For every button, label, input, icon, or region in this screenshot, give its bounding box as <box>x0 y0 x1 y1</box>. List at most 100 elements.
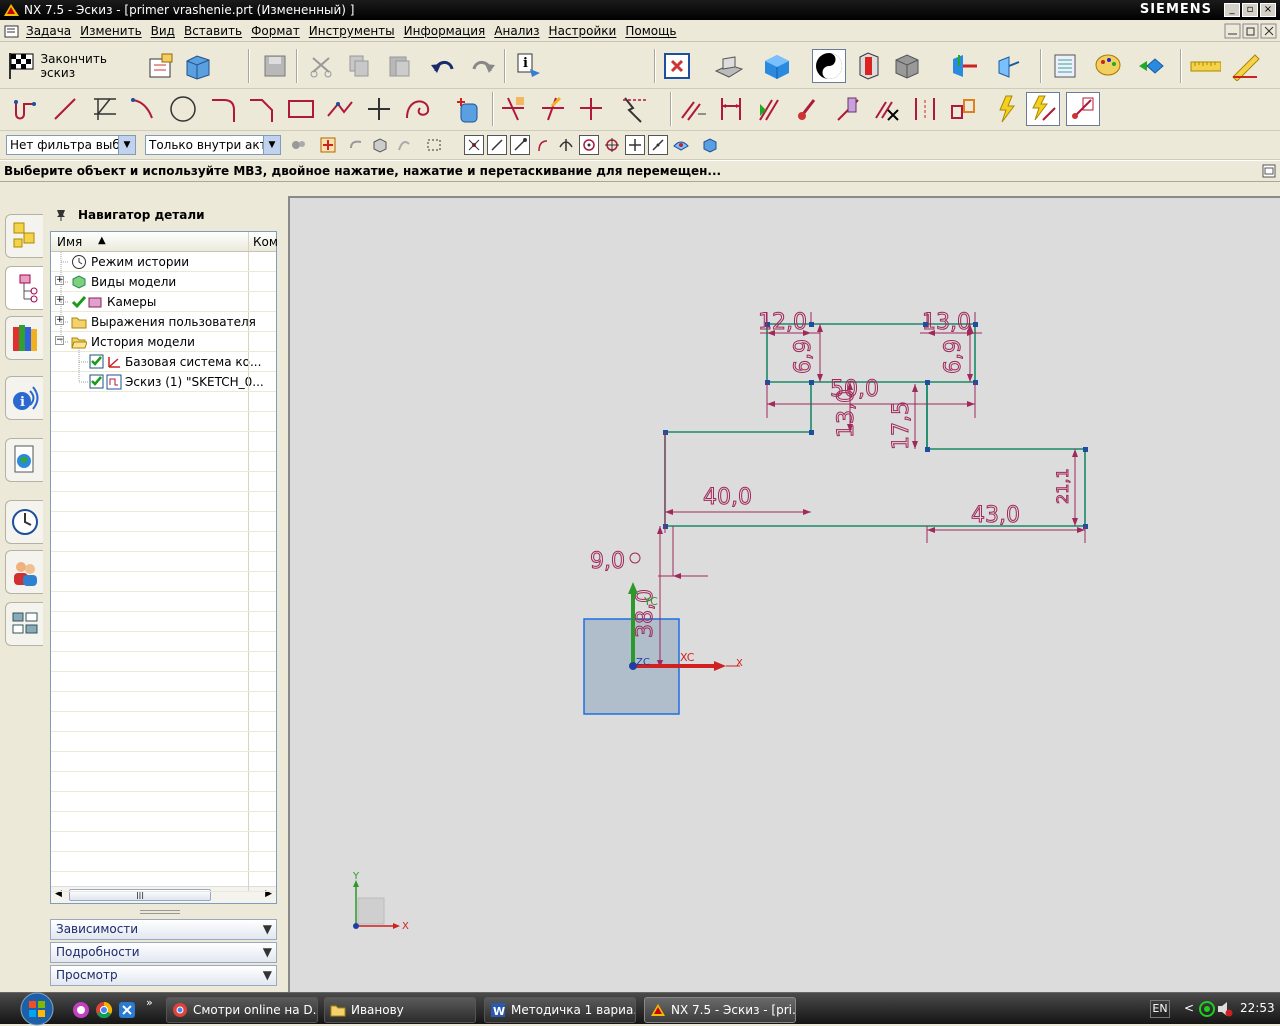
assembly-navigator-tab[interactable] <box>5 214 43 258</box>
snap-existing-point-button[interactable] <box>625 135 645 155</box>
hide-constraints-button[interactable] <box>870 92 904 126</box>
task-folder[interactable]: Иванову <box>324 997 476 1023</box>
snap-control-point-button[interactable] <box>510 135 530 155</box>
create-inferred-constraints-button[interactable] <box>1026 92 1060 126</box>
dim-9[interactable]: 9,0 <box>590 549 626 575</box>
redo-button[interactable] <box>466 49 500 83</box>
convert-reference-button[interactable] <box>908 92 942 126</box>
panel-dependencies[interactable]: Зависимости ▼ <box>50 919 277 940</box>
column-comment-header[interactable]: Ком <box>253 235 278 249</box>
snap-endpoint-button[interactable] <box>464 135 484 155</box>
wcs-orient-button[interactable] <box>990 49 1024 83</box>
web-browser-tab[interactable] <box>5 438 43 482</box>
alternate-solution-button[interactable] <box>946 92 980 126</box>
menu-information[interactable]: Информация <box>404 24 486 38</box>
layer-settings-button[interactable] <box>890 49 924 83</box>
circle-button[interactable] <box>166 92 200 126</box>
column-name-header[interactable]: Имя <box>57 235 82 249</box>
sketch-canvas[interactable]: 12,0 13,0 6,9 6,9 50,0 13,0 17,5 40,0 43… <box>290 198 1280 992</box>
part-navigator-tab[interactable] <box>5 266 43 310</box>
reuse-library-tab[interactable] <box>5 316 43 360</box>
system-materials-tab[interactable] <box>5 602 43 646</box>
measure-distance-button[interactable] <box>1188 49 1222 83</box>
panel-preview[interactable]: Просмотр ▼ <box>50 965 277 986</box>
prompt-restore-icon[interactable] <box>1262 164 1276 178</box>
make-corner-button[interactable] <box>574 92 608 126</box>
tray-network-icon[interactable] <box>1198 1000 1216 1018</box>
dim-17-5[interactable]: 17,5 <box>889 401 915 451</box>
doc-window-controls-icon[interactable] <box>1224 23 1278 39</box>
quick-extend-button[interactable] <box>536 92 570 126</box>
snap-point-on-surface-button[interactable] <box>671 135 691 155</box>
line-button[interactable] <box>48 92 82 126</box>
offset-curve-button[interactable] <box>618 92 652 126</box>
panel-details[interactable]: Подробности ▼ <box>50 942 277 963</box>
snap-midpoint-button[interactable] <box>487 135 507 155</box>
quicklaunch-more-icon[interactable]: » <box>146 996 153 1009</box>
constraints-button[interactable] <box>676 92 710 126</box>
dim-6-9-right[interactable]: 6,9 <box>941 339 967 375</box>
menu-help[interactable]: Помощь <box>625 24 676 38</box>
dim-13[interactable]: 13,0 <box>922 310 972 336</box>
save-button[interactable] <box>258 49 292 83</box>
snap-arc-center-button[interactable] <box>533 135 553 155</box>
add-existing-curves-button[interactable] <box>452 92 486 126</box>
menu-insert[interactable]: Вставить <box>184 24 242 38</box>
snap-bounded-grid-button[interactable] <box>700 135 720 155</box>
measure-angle-button[interactable] <box>1228 49 1262 83</box>
clock[interactable]: 22:53 <box>1240 1001 1275 1015</box>
rendering-style-button[interactable] <box>712 49 746 83</box>
copy-button[interactable] <box>342 49 376 83</box>
task-chrome[interactable]: Смотри online на D... <box>166 997 318 1023</box>
dim-43[interactable]: 43,0 <box>971 503 1021 529</box>
internet-explorer-tab[interactable]: i <box>5 376 43 420</box>
quicklaunch-x-icon[interactable] <box>118 1001 136 1019</box>
profile-button[interactable] <box>8 92 42 126</box>
app-menu-icon[interactable] <box>4 23 20 39</box>
menu-analysis[interactable]: Анализ <box>494 24 539 38</box>
point-button[interactable] <box>362 92 396 126</box>
rectangle-button[interactable] <box>284 92 318 126</box>
quicklaunch-app-icon[interactable] <box>72 1001 90 1019</box>
shaded-view-button[interactable] <box>760 49 794 83</box>
information-button[interactable]: i <box>512 49 546 83</box>
dim-40[interactable]: 40,0 <box>703 485 753 511</box>
start-button-icon[interactable] <box>16 992 58 1026</box>
menu-tools[interactable]: Инструменты <box>309 24 395 38</box>
undo-selection-button[interactable] <box>346 135 366 155</box>
hide-show-button[interactable] <box>852 49 886 83</box>
fillet-button[interactable] <box>206 92 240 126</box>
menu-format[interactable]: Формат <box>251 24 300 38</box>
menu-view[interactable]: Вид <box>151 24 175 38</box>
snap-point-on-curve-button[interactable] <box>648 135 668 155</box>
geometric-constraints-button[interactable] <box>754 92 788 126</box>
minimize-button[interactable]: _ <box>1224 3 1240 17</box>
snap-center-button[interactable] <box>579 135 599 155</box>
roles-tab[interactable] <box>5 550 43 594</box>
quick-trim-button[interactable] <box>496 92 530 126</box>
cut-button[interactable] <box>304 49 338 83</box>
show-all-constraints-button[interactable] <box>792 92 826 126</box>
type-filter-dropdown[interactable]: Нет фильтра выбор ▼ <box>6 135 136 155</box>
snap-intersection-button[interactable] <box>556 135 576 155</box>
chamfer-button[interactable] <box>244 92 278 126</box>
splitter-grip[interactable] <box>140 910 180 914</box>
sketch-name-button[interactable] <box>144 49 178 83</box>
dim-21-1[interactable]: 21,1 <box>1053 468 1073 505</box>
undo-button[interactable] <box>426 49 460 83</box>
polygon-button[interactable] <box>322 92 356 126</box>
studio-spline-button[interactable] <box>400 92 434 126</box>
maximize-button[interactable]: ▫ <box>1242 3 1258 17</box>
tray-speaker-icon[interactable] <box>1216 1000 1234 1018</box>
layer-manager-button[interactable] <box>1048 49 1082 83</box>
continuous-auto-dimension-button[interactable] <box>1066 92 1100 126</box>
edit-display-button[interactable] <box>1134 49 1168 83</box>
rectangle-corner-button[interactable] <box>88 92 122 126</box>
auto-constraint-button[interactable] <box>830 92 864 126</box>
selection-scope-dropdown[interactable]: Только внутри актие ▼ <box>145 135 281 155</box>
menu-task[interactable]: Задача <box>26 24 71 38</box>
fit-view-button[interactable] <box>660 49 694 83</box>
graphics-window[interactable]: 12,0 13,0 6,9 6,9 50,0 13,0 17,5 40,0 43… <box>288 196 1280 992</box>
inferred-dimensions-button[interactable] <box>714 92 748 126</box>
pin-icon[interactable] <box>54 208 68 222</box>
